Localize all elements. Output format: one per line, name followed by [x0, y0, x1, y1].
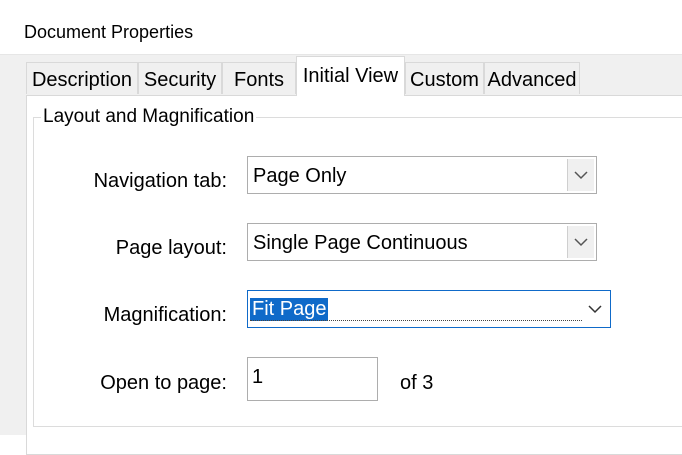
tab-fonts[interactable]: Fonts	[222, 62, 296, 94]
chevron-down-icon[interactable]	[567, 226, 594, 258]
tab-custom[interactable]: Custom	[405, 62, 484, 94]
focus-indicator	[250, 320, 582, 321]
magnification-value: Fit Page	[250, 298, 329, 321]
navigation-tab-label: Navigation tab:	[93, 170, 227, 192]
navigation-tab-value: Page Only	[253, 165, 347, 187]
tab-initial-view[interactable]: Initial View	[296, 56, 405, 96]
chevron-down-icon[interactable]	[567, 159, 594, 191]
open-to-page-label: Open to page:	[100, 372, 227, 394]
group-title: Layout and Magnification	[41, 106, 257, 128]
navigation-tab-dropdown[interactable]: Page Only	[247, 156, 597, 194]
open-to-page-input[interactable]: 1	[247, 357, 378, 401]
dialog-title: Document Properties	[24, 22, 194, 42]
title-bar: Document Properties	[0, 0, 682, 55]
tab-advanced[interactable]: Advanced	[484, 62, 580, 94]
chevron-down-icon[interactable]	[582, 293, 608, 325]
page-layout-value: Single Page Continuous	[253, 232, 468, 254]
document-properties-dialog: Document Properties Description Security…	[0, 0, 682, 455]
page-count-text: of 3	[400, 372, 434, 394]
tab-security[interactable]: Security	[138, 62, 222, 94]
magnification-label: Magnification:	[103, 304, 227, 326]
magnification-dropdown[interactable]: Fit Page	[247, 290, 611, 328]
tab-description[interactable]: Description	[26, 62, 138, 94]
page-layout-label: Page layout:	[115, 237, 227, 259]
open-to-page-value: 1	[252, 366, 264, 388]
page-layout-dropdown[interactable]: Single Page Continuous	[247, 223, 597, 261]
